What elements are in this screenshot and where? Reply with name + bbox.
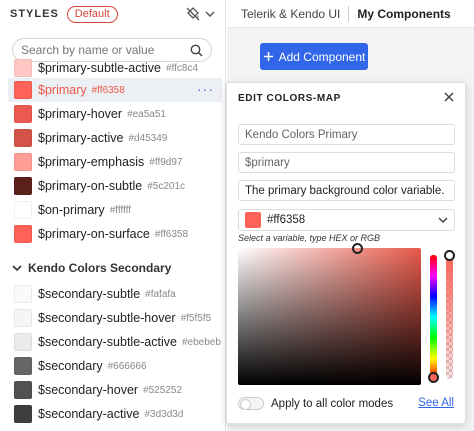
add-component-button[interactable]: Add Component xyxy=(260,43,368,70)
color-swatch xyxy=(14,81,32,99)
color-swatch xyxy=(14,105,32,123)
chevron-down-icon[interactable] xyxy=(438,215,448,225)
variable-value: #666666 xyxy=(107,360,147,372)
list-item[interactable]: $secondary-subtle-hover #f5f5f5 xyxy=(8,306,222,330)
styles-title: STYLES xyxy=(10,8,59,20)
variable-value: #ff6358 xyxy=(154,228,189,240)
color-swatch xyxy=(14,333,32,351)
variable-value: #5c201c xyxy=(147,180,186,192)
variable-value: #ff9d97 xyxy=(149,156,183,168)
theme-badge[interactable]: Default xyxy=(66,5,118,23)
color-swatch xyxy=(14,225,32,243)
variable-value: #f5f5f5 xyxy=(180,312,212,324)
variable-value: #ffffff xyxy=(109,204,132,216)
variable-value: #fafafa xyxy=(145,288,176,300)
breadcrumb-root[interactable]: Telerik & Kendo UI xyxy=(241,7,340,21)
section-secondary[interactable]: Kendo Colors Secondary xyxy=(12,258,171,278)
breadcrumb-current[interactable]: My Components xyxy=(357,7,450,21)
chevron-down-icon[interactable] xyxy=(205,9,215,19)
breadcrumb-divider xyxy=(348,5,350,22)
color-swatch xyxy=(14,357,32,375)
list-item[interactable]: $secondary #666666 xyxy=(8,354,222,378)
variable-value: #ebebeb xyxy=(181,336,221,348)
variable-name: $primary xyxy=(38,83,87,97)
color-value: #ff6358 xyxy=(267,214,306,226)
color-swatch xyxy=(14,285,32,303)
input-hint: Select a variable, type HEX or RGB xyxy=(238,233,381,243)
color-swatch xyxy=(14,381,32,399)
styles-panel: STYLES Default $primary-subtle-active #f… xyxy=(0,0,226,431)
color-swatch xyxy=(14,309,32,327)
list-item[interactable]: $secondary-subtle #fafafa xyxy=(8,282,222,306)
color-swatch xyxy=(14,405,32,423)
list-item-selected[interactable]: $primary #ff6358 ··· xyxy=(8,78,222,102)
add-component-label: Add Component xyxy=(278,49,366,64)
edit-colors-map-popup: EDIT COLORS-MAP Kendo Colors Primary $pr… xyxy=(226,82,466,424)
hue-slider[interactable] xyxy=(430,255,437,379)
fill-options[interactable] xyxy=(185,6,215,22)
variable-value: #ffc8c4 xyxy=(165,62,199,74)
list-item[interactable]: $primary-on-subtle #5c201c xyxy=(8,174,222,198)
variable-name: $secondary-subtle-active xyxy=(38,335,177,349)
variable-name: $secondary-hover xyxy=(38,383,139,397)
list-item[interactable]: $secondary-active #3d3d3d xyxy=(8,402,222,426)
description-field[interactable]: The primary background color variable. xyxy=(238,180,455,201)
variable-value: #ff6358 xyxy=(91,84,125,96)
plus-icon xyxy=(263,52,273,61)
search-icon[interactable] xyxy=(190,44,203,57)
list-item[interactable]: $primary-on-surface #ff6358 xyxy=(8,222,222,246)
saturation-value-area[interactable] xyxy=(238,248,421,385)
apply-all-modes[interactable]: Apply to all color modes xyxy=(238,397,393,410)
popup-title: EDIT COLORS-MAP xyxy=(238,93,341,104)
variable-name: $secondary-subtle xyxy=(38,287,141,301)
variable-value: #525252 xyxy=(143,384,182,396)
search-input[interactable] xyxy=(21,43,190,57)
color-value-dropdown[interactable]: #ff6358 xyxy=(238,209,455,231)
close-icon[interactable] xyxy=(443,91,455,103)
list-item[interactable]: $secondary-subtle-active #ebebeb xyxy=(8,330,222,354)
variable-name: $primary-on-surface xyxy=(38,227,150,241)
list-item[interactable]: $primary-emphasis #ff9d97 xyxy=(8,150,222,174)
gradient-handle[interactable] xyxy=(352,243,363,254)
list-item[interactable]: $secondary-hover #525252 xyxy=(8,378,222,402)
list-item[interactable]: $on-primary #ffffff xyxy=(8,198,222,222)
list-item[interactable]: $primary-active #d45349 xyxy=(8,126,222,150)
variable-name: $primary-emphasis xyxy=(38,155,145,169)
group-field[interactable]: Kendo Colors Primary xyxy=(238,124,455,145)
more-options-icon[interactable]: ··· xyxy=(197,81,214,97)
alpha-slider-knob[interactable] xyxy=(444,250,455,261)
list-item[interactable]: $primary-subtle-active #ffc8c4 xyxy=(8,56,222,80)
color-swatch xyxy=(14,59,32,77)
variable-name: $on-primary xyxy=(38,203,105,217)
hue-slider-knob[interactable] xyxy=(428,372,439,383)
styles-header: STYLES Default xyxy=(0,0,225,28)
variable-name: $primary-active xyxy=(38,131,124,145)
variable-name: $primary-subtle-active xyxy=(38,61,161,75)
variable-name: $primary-on-subtle xyxy=(38,179,143,193)
name-field[interactable]: $primary xyxy=(238,152,455,173)
apply-all-modes-label: Apply to all color modes xyxy=(271,397,394,410)
variable-name: $secondary-active xyxy=(38,407,140,421)
see-all-link[interactable]: See All xyxy=(418,397,454,409)
paint-bucket-off-icon[interactable] xyxy=(185,6,201,22)
apply-all-modes-toggle[interactable] xyxy=(238,397,264,410)
color-swatch xyxy=(14,177,32,195)
variable-name: $secondary xyxy=(38,359,103,373)
variable-name: $primary-hover xyxy=(38,107,123,121)
color-preview-swatch xyxy=(245,212,261,228)
breadcrumb: Telerik & Kendo UI My Components xyxy=(227,0,474,28)
variable-value: #d45349 xyxy=(128,132,168,144)
variable-name: $secondary-subtle-hover xyxy=(38,311,176,325)
variable-value: #3d3d3d xyxy=(144,408,184,420)
chevron-down-icon[interactable] xyxy=(12,263,22,273)
section-title: Kendo Colors Secondary xyxy=(28,261,172,275)
variable-value: #ea5a51 xyxy=(127,108,166,120)
alpha-slider[interactable] xyxy=(446,255,453,379)
color-swatch xyxy=(14,129,32,147)
color-swatch xyxy=(14,201,32,219)
color-swatch xyxy=(14,153,32,171)
list-item[interactable]: $primary-hover #ea5a51 xyxy=(8,102,222,126)
